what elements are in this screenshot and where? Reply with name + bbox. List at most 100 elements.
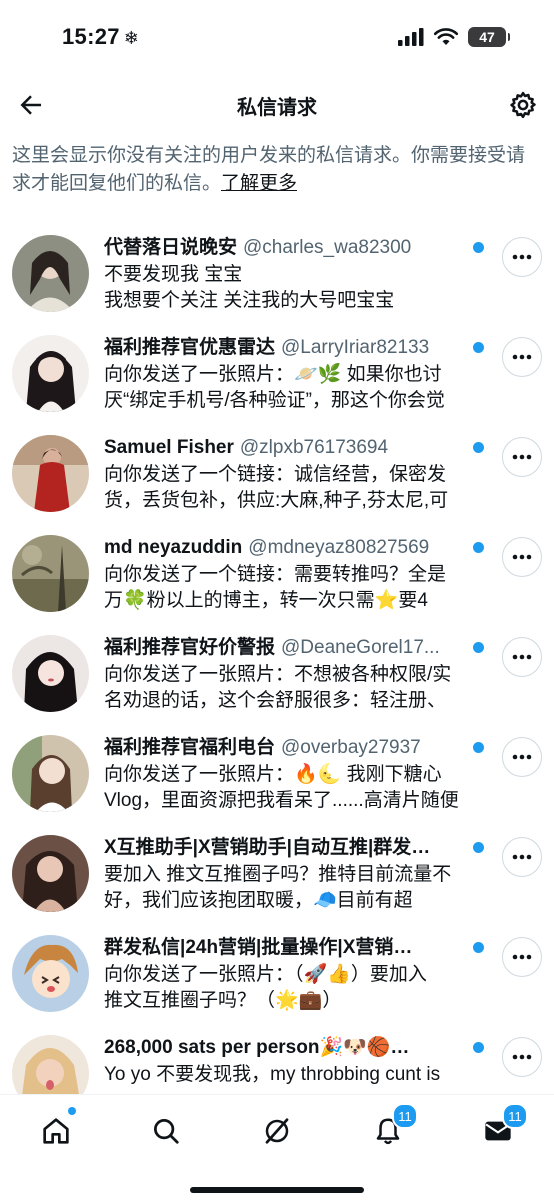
message-preview: 要加入 推文互推圈子吗？推特目前流量不 好，我们应该抱团取暖，🧢目前有超 — [104, 862, 479, 914]
message-line: 向你发送了一个链接：需要转推吗？全是 — [104, 564, 447, 585]
sender-name: Samuel Fisher — [104, 437, 234, 458]
sender-line: 福利推荐官优惠雷达 @LarryIriar82133 — [104, 336, 479, 360]
request-item[interactable]: 代替落日说晚安 @charles_wa82300 不要发现我 宝宝 我想要个关注 关… — [0, 226, 554, 326]
avatar[interactable] — [12, 1035, 89, 1094]
avatar[interactable] — [12, 535, 89, 612]
messages-badge: 11 — [502, 1103, 528, 1129]
message-line: Yo yo 不要发现我，my throbbing cunt is — [104, 1064, 441, 1085]
message-preview: 向你发送了一个链接：诚信经营，保密发 货，丢货包补，供应:大麻,种子,芬太尼,可 — [104, 462, 479, 514]
message-line: 向你发送了一个链接：诚信经营，保密发 — [104, 464, 447, 485]
unread-indicator — [473, 542, 484, 553]
tab-home[interactable] — [34, 1107, 78, 1153]
more-options-button[interactable] — [502, 537, 542, 577]
message-preview: Yo yo 不要发现我，my throbbing cunt is — [104, 1062, 479, 1088]
sender-name: md neyazuddin — [104, 537, 243, 558]
more-options-button[interactable] — [502, 1037, 542, 1077]
more-options-button[interactable] — [502, 237, 542, 277]
sender-name: X互推助手|X营销助手|自动互推|群发… — [104, 837, 431, 858]
more-dots-icon — [512, 854, 532, 860]
message-preview: 向你发送了一张照片：🪐🌿 如果你也讨 厌“绑定手机号/各种验证”，那这个你会觉 — [104, 362, 479, 414]
message-line: 向你发送了一张照片：不想被各种权限/实 — [104, 664, 452, 685]
unread-indicator — [473, 642, 484, 653]
unread-indicator — [473, 442, 484, 453]
settings-button[interactable] — [508, 90, 538, 120]
sender-line: 福利推荐官好价警报 @DeaneGorel17... — [104, 636, 479, 660]
notifications-badge: 11 — [392, 1103, 418, 1129]
cellular-signal-icon — [398, 28, 424, 46]
header: 私信请求 — [0, 76, 554, 134]
more-options-button[interactable] — [502, 637, 542, 677]
more-options-button[interactable] — [502, 737, 542, 777]
avatar[interactable] — [12, 635, 89, 712]
more-options-button[interactable] — [502, 837, 542, 877]
snowflake-icon: ❄ — [123, 28, 140, 48]
avatar[interactable] — [12, 735, 89, 812]
sender-name: 福利推荐官优惠雷达 — [104, 337, 276, 358]
request-item[interactable]: 268,000 sats per person🎉🐶🏀… Yo yo 不要发现我，… — [0, 1026, 554, 1094]
tab-messages[interactable]: 11 — [476, 1103, 528, 1153]
message-line: 好，我们应该抱团取暖，🧢目前有超 — [104, 890, 413, 911]
message-line: 向你发送了一张照片：🔥🌜 我刚下糖心 — [104, 764, 442, 785]
message-line: 万🍀粉以上的博主，转一次只需⭐要4 — [104, 590, 428, 611]
more-dots-icon — [512, 954, 532, 960]
message-preview: 不要发现我 宝宝我想要个关注 关注我的大号吧宝宝 — [104, 262, 479, 314]
more-options-button[interactable] — [502, 937, 542, 977]
request-item[interactable]: Samuel Fisher @zlpxb76173694 向你发送了一个链接：诚信… — [0, 426, 554, 526]
avatar[interactable] — [12, 435, 89, 512]
unread-indicator — [473, 842, 484, 853]
intro-text: 这里会显示你没有关注的用户发来的私信请求。你需要接受请求才能回复他们的私信。了解… — [12, 142, 532, 198]
message-line: 名劝退的话，这个会舒服很多：轻注册、 — [104, 690, 447, 711]
more-dots-icon — [512, 554, 532, 560]
request-content: X互推助手|X营销助手|自动互推|群发… 要加入 推文互推圈子吗？推特目前流量不… — [104, 836, 479, 914]
more-dots-icon — [512, 1054, 532, 1060]
avatar[interactable] — [12, 335, 89, 412]
bottom-tab-bar: 11 11 — [0, 1094, 554, 1201]
more-options-button[interactable] — [502, 437, 542, 477]
more-dots-icon — [512, 454, 532, 460]
sender-handle: @DeaneGorel17... — [281, 637, 440, 658]
request-item[interactable]: md neyazuddin @mdneyaz80827569 向你发送了一个链接：… — [0, 526, 554, 626]
message-line: Vlog，里面资源把我看呆了......高清片随便 — [104, 790, 459, 811]
sender-name: 福利推荐官好价警报 — [104, 637, 276, 658]
message-preview: 向你发送了一张照片：不想被各种权限/实 名劝退的话，这个会舒服很多：轻注册、 — [104, 662, 479, 714]
tab-grok[interactable] — [255, 1109, 299, 1153]
request-content: 群发私信|24h营销|批量操作|X营销… 向你发送了一张照片：（🚀👍）要加入 推文… — [104, 936, 479, 1014]
sender-line: 福利推荐官福利电台 @overbay27937 — [104, 736, 479, 760]
gear-icon — [510, 91, 536, 119]
request-item[interactable]: 群发私信|24h营销|批量操作|X营销… 向你发送了一张照片：（🚀👍）要加入 推文… — [0, 926, 554, 1026]
avatar[interactable] — [12, 235, 89, 312]
more-options-button[interactable] — [502, 337, 542, 377]
home-icon — [43, 1118, 69, 1144]
request-item[interactable]: 福利推荐官优惠雷达 @LarryIriar82133 向你发送了一张照片：🪐🌿 如… — [0, 326, 554, 426]
more-dots-icon — [512, 754, 532, 760]
message-line: 货，丢货包补，供应:大麻,种子,芬太尼,可 — [104, 490, 449, 511]
avatar[interactable] — [12, 935, 89, 1012]
sender-line: 268,000 sats per person🎉🐶🏀… — [104, 1036, 479, 1060]
request-item[interactable]: 福利推荐官福利电台 @overbay27937 向你发送了一张照片：🔥🌜 我刚下糖… — [0, 726, 554, 826]
sender-handle: @overbay27937 — [281, 737, 421, 758]
sender-handle: @mdneyaz80827569 — [248, 537, 430, 558]
message-preview: 向你发送了一张照片：（🚀👍）要加入 推文互推圈子吗？（🌟💼） — [104, 962, 479, 1014]
tab-search[interactable] — [144, 1109, 188, 1153]
message-line: 我想要个关注 关注我的大号吧宝宝 — [104, 290, 395, 311]
message-line: 推文互推圈子吗？（🌟💼） — [104, 990, 342, 1011]
search-icon — [154, 1119, 179, 1144]
unread-indicator — [473, 942, 484, 953]
unread-indicator — [473, 242, 484, 253]
sender-handle: @charles_wa82300 — [243, 237, 412, 258]
learn-more-link[interactable]: 了解更多 — [221, 173, 297, 194]
status-time: 15:27 ❄ — [62, 24, 139, 50]
message-preview: 向你发送了一张照片：🔥🌜 我刚下糖心 Vlog，里面资源把我看呆了......高清… — [104, 762, 479, 814]
avatar[interactable] — [12, 835, 89, 912]
message-line: 不要发现我 宝宝 — [104, 264, 243, 285]
request-item[interactable]: 福利推荐官好价警报 @DeaneGorel17... 向你发送了一张照片：不想被各… — [0, 626, 554, 726]
request-content: 268,000 sats per person🎉🐶🏀… Yo yo 不要发现我，… — [104, 1036, 479, 1088]
request-item[interactable]: X互推助手|X营销助手|自动互推|群发… 要加入 推文互推圈子吗？推特目前流量不… — [0, 826, 554, 926]
message-line: 要加入 推文互推圈子吗？推特目前流量不 — [104, 864, 452, 885]
sender-line: 群发私信|24h营销|批量操作|X营销… — [104, 936, 479, 960]
status-icons: 47 — [398, 27, 510, 47]
sender-name: 群发私信|24h营销|批量操作|X营销… — [104, 937, 413, 958]
unread-indicator — [473, 1042, 484, 1053]
sender-line: Samuel Fisher @zlpxb76173694 — [104, 436, 479, 460]
tab-notifications[interactable]: 11 — [366, 1103, 418, 1153]
